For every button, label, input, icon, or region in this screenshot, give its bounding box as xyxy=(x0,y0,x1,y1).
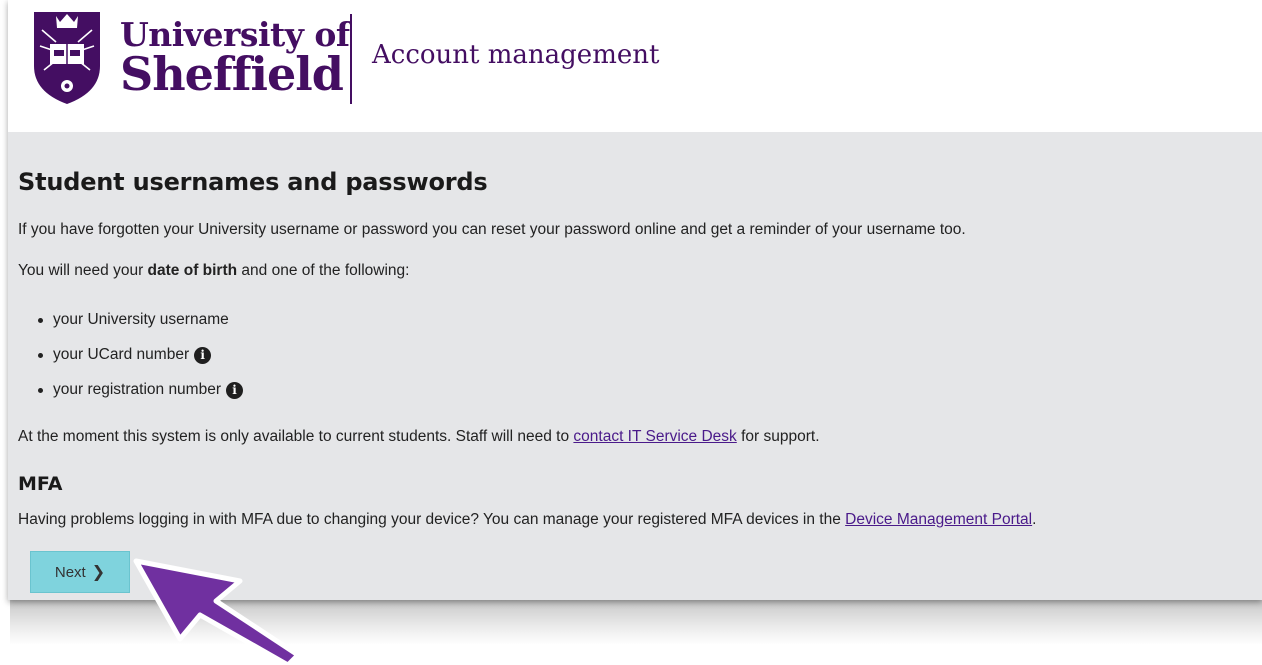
mfa-heading: MFA xyxy=(18,473,63,495)
university-crest-icon xyxy=(34,12,100,104)
site-title: Account management xyxy=(372,40,660,70)
list-item-label: your University username xyxy=(53,311,229,328)
university-name: University of Sheffield xyxy=(120,18,350,97)
list-item: your University username xyxy=(38,311,229,329)
requirements-text: You will need your date of birth and one… xyxy=(18,262,409,280)
requirements-prefix: You will need your xyxy=(18,262,148,279)
site-header: University of Sheffield Account manageme… xyxy=(8,0,1262,132)
contact-it-service-desk-link[interactable]: contact IT Service Desk xyxy=(573,428,736,445)
intro-text: If you have forgotten your University us… xyxy=(18,221,966,238)
bullet-icon xyxy=(38,317,43,323)
device-management-portal-link[interactable]: Device Management Portal xyxy=(845,511,1032,528)
pointer-arrow-icon xyxy=(133,558,301,665)
university-name-line1: University of xyxy=(120,14,350,54)
info-circle-icon[interactable]: i xyxy=(194,346,212,364)
availability-prefix: At the moment this system is only availa… xyxy=(18,428,574,445)
requirements-suffix: and one of the following: xyxy=(237,262,410,279)
info-circle-icon[interactable]: i xyxy=(226,381,243,399)
chevron-right-icon: ❯ xyxy=(91,564,106,581)
mfa-suffix: . xyxy=(1032,511,1037,528)
next-button[interactable]: Next ❯ xyxy=(30,551,130,593)
bullet-icon xyxy=(38,352,43,358)
mfa-text: Having problems logging in with MFA due … xyxy=(18,511,1036,529)
availability-text: At the moment this system is only availa… xyxy=(18,428,820,446)
page-title: Student usernames and passwords xyxy=(18,168,488,196)
availability-suffix: for support. xyxy=(736,428,820,445)
list-item-label: your UCard number xyxy=(53,346,190,363)
next-button-label: Next xyxy=(54,563,86,581)
bullet-icon xyxy=(38,387,43,393)
browser-page: University of Sheffield Account manageme… xyxy=(8,0,1262,600)
list-item: your UCard number i xyxy=(38,346,212,364)
screenshot-frame: University of Sheffield Account manageme… xyxy=(0,0,1262,665)
requirements-bold: date of birth xyxy=(147,262,238,279)
university-name-line2: Sheffield xyxy=(120,46,344,101)
list-item: your registration number i xyxy=(38,381,243,399)
header-divider xyxy=(350,14,352,104)
list-item-label: your registration number xyxy=(53,381,221,398)
university-logo[interactable]: University of Sheffield xyxy=(32,8,350,106)
mfa-prefix: Having problems logging in with MFA due … xyxy=(18,511,846,528)
